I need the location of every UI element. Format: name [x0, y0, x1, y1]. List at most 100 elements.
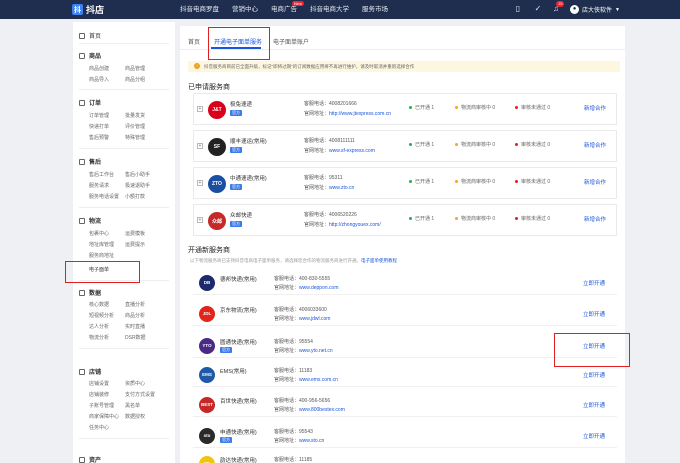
sidebar-item[interactable]: 订单管理 — [89, 112, 109, 119]
sidebar-item[interactable]: 售后小助手 — [125, 171, 150, 178]
new-badge: New — [292, 1, 305, 6]
sidebar-item[interactable]: 短视频分析 — [89, 312, 114, 319]
sidebar-item[interactable]: 特殊管理 — [125, 134, 145, 141]
sidebar-item[interactable]: DSR数据 — [125, 334, 146, 341]
sidebar-item[interactable]: 运费提示 — [125, 241, 145, 248]
logistics-icon — [79, 217, 85, 224]
site-label: 官网地址： — [274, 316, 300, 322]
site-link[interactable]: www.800bestex.com — [299, 407, 345, 413]
status-dot — [515, 143, 518, 147]
logo-text: J&T — [212, 107, 222, 113]
expand-icon[interactable]: + — [197, 217, 203, 223]
site-link[interactable]: www.sf-express.com — [329, 148, 375, 154]
nav-marketing[interactable]: 营销中心 — [232, 0, 258, 19]
sidebar-item[interactable]: 黑名单 — [125, 402, 140, 409]
sidebar-item[interactable]: 包裹中心 — [89, 230, 109, 237]
app-title: 抖店 — [86, 5, 105, 15]
open-now-button[interactable]: 立即开通 — [583, 310, 605, 318]
provider-logo-icon: EMS — [199, 367, 215, 383]
sidebar-item[interactable]: 店铺设置 — [89, 380, 109, 387]
provider-logo-icon: YTO — [199, 338, 215, 354]
site-link[interactable]: http://www.jtexpress.com.cn — [329, 111, 391, 117]
site-link[interactable]: www.ems.com.cn — [299, 377, 338, 383]
sidebar-section-logistics: 物流 — [79, 216, 101, 225]
douyin-shop-logo-icon: 抖 — [72, 4, 83, 15]
sidebar-item[interactable]: 服务电话设置 — [89, 193, 119, 200]
provider-row: sto 申通快递(常用) 官方 客服电话：95543 官网地址：www.sto.cn 立即… — [193, 425, 617, 448]
tasks-icon[interactable]: ✓ — [533, 4, 543, 14]
sidebar-section-goods: 商品 — [79, 51, 101, 60]
expand-icon[interactable]: + — [197, 143, 203, 149]
message-count-badge: 15 — [556, 1, 565, 7]
site-link[interactable]: www.jdwl.com — [299, 316, 330, 322]
sidebar-item[interactable]: 商品分析 — [125, 312, 145, 319]
avatar: ● — [570, 5, 579, 14]
site-link[interactable]: www.yto.net.cn — [299, 348, 333, 354]
status-opened: 已开通 1 — [409, 104, 434, 111]
sidebar-item[interactable]: 数据授权 — [125, 413, 145, 420]
sidebar-item[interactable]: 商家保障中心 — [89, 413, 119, 420]
sidebar-item[interactable]: 批量发货 — [125, 112, 145, 119]
open-now-button[interactable]: 立即开通 — [583, 401, 605, 409]
sidebar-item[interactable]: 物流分析 — [89, 334, 109, 341]
user-menu[interactable]: ● 店大侠软件 ▼ — [570, 3, 620, 16]
add-cooperation-button[interactable]: 新增合作 — [584, 178, 606, 186]
sidebar-item[interactable]: 商品管理 — [125, 65, 145, 72]
sidebar-item[interactable]: 商品分组 — [125, 76, 145, 83]
provider-phone: 客服电话：95554 — [274, 339, 313, 345]
sidebar-item[interactable]: 极速退助手 — [125, 182, 150, 189]
sidebar-item[interactable]: 快递打单 — [89, 123, 109, 130]
status-text: 物流商审核中 0 — [461, 142, 496, 148]
sidebar-item[interactable]: 支付方式设置 — [125, 391, 155, 398]
site-label: 官网地址： — [304, 148, 330, 154]
site-label: 官网地址： — [304, 111, 330, 117]
expand-icon[interactable]: + — [197, 106, 203, 112]
sidebar-item[interactable]: 地址库管理 — [89, 241, 114, 248]
eface-tutorial-link[interactable]: 电子面单使用教程 — [361, 258, 397, 263]
goods-icon — [79, 52, 85, 59]
sidebar-item[interactable]: 子账号管理 — [89, 402, 114, 409]
sidebar-item[interactable]: 店铺装修 — [89, 391, 109, 398]
sidebar-item-home[interactable]: 首页 — [79, 31, 101, 40]
status-review: 物流商审核中 0 — [455, 104, 495, 111]
sidebar-item[interactable]: 直播分析 — [125, 301, 145, 308]
tab-home[interactable]: 首页 — [188, 37, 200, 46]
nav-compass[interactable]: 抖音电商罗盘 — [180, 0, 219, 19]
status-text: 已开通 1 — [415, 216, 435, 222]
site-link[interactable]: www.deppon.com — [299, 285, 338, 291]
status-text: 已开通 1 — [415, 105, 435, 111]
sidebar-item[interactable]: 任务中心 — [89, 424, 109, 431]
official-tag: 官方 — [230, 184, 242, 190]
sidebar-item[interactable]: 售后工作台 — [89, 171, 114, 178]
top-navigation-bar: 抖 抖店 抖音电商罗盘 营销中心 电商广告 New 抖音电商大学 服务市场 ▯ … — [0, 0, 680, 19]
sidebar-item[interactable]: 实时直播 — [125, 323, 145, 330]
sidebar-item[interactable]: 服务请求 — [89, 182, 109, 189]
open-now-button[interactable]: 立即开通 — [583, 371, 605, 379]
sidebar-item[interactable]: 商品导入 — [89, 76, 109, 83]
sidebar-item[interactable]: 商品创建 — [89, 65, 109, 72]
sidebar-item[interactable]: 资质中心 — [125, 380, 145, 387]
sidebar-item[interactable]: 服务商地址 — [89, 252, 114, 259]
sidebar-item[interactable]: 运费模板 — [125, 230, 145, 237]
mobile-icon[interactable]: ▯ — [513, 4, 523, 14]
site-link[interactable]: www.zto.cn — [329, 185, 354, 191]
site-link[interactable]: www.sto.cn — [299, 438, 324, 444]
status-dot — [455, 180, 458, 184]
site-link[interactable]: http://zhongyouex.com/ — [329, 222, 381, 228]
nav-service-market[interactable]: 服务市场 — [362, 0, 388, 19]
nav-university[interactable]: 抖音电商大学 — [310, 0, 349, 19]
open-now-button[interactable]: 立即开通 — [583, 279, 605, 287]
expand-icon[interactable]: + — [197, 180, 203, 186]
sidebar-item[interactable]: 售后预警 — [89, 134, 109, 141]
sidebar-item[interactable]: 评价管理 — [125, 123, 145, 130]
add-cooperation-button[interactable]: 新增合作 — [584, 141, 606, 149]
app-logo[interactable]: 抖 抖店 — [72, 3, 104, 16]
tab-eface-account[interactable]: 电子面单账户 — [273, 37, 309, 46]
add-cooperation-button[interactable]: 新增合作 — [584, 215, 606, 223]
sidebar-item[interactable]: 小额打款 — [125, 193, 145, 200]
add-cooperation-button[interactable]: 新增合作 — [584, 104, 606, 112]
open-now-button[interactable]: 立即开通 — [583, 432, 605, 440]
sidebar-item[interactable]: 核心数据 — [89, 301, 109, 308]
provider-site: 官网地址：www.jdwl.com — [274, 315, 330, 322]
sidebar-item[interactable]: 达人分析 — [89, 323, 109, 330]
